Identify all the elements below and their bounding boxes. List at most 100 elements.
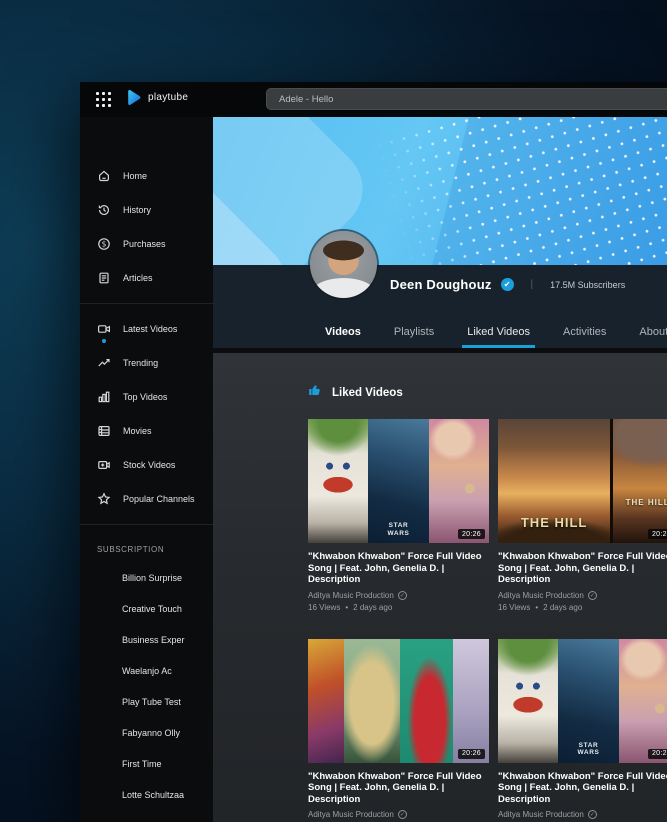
sidebar-divider <box>80 303 213 304</box>
poster-panel <box>619 639 667 763</box>
subscription-section-label: SUBSCRIPTION <box>80 533 213 562</box>
poster-text: THE HILL <box>498 515 610 530</box>
subscription-channel[interactable]: Billion Surprise <box>80 562 213 593</box>
channel-avatar-image[interactable] <box>310 231 377 298</box>
video-channel-row[interactable]: Aditya Music Production ✓ <box>498 810 667 819</box>
subscriber-count: 17.5M Subscribers <box>550 280 625 290</box>
meta-dot: • <box>535 603 538 612</box>
channel-name: Creative Touch <box>122 604 182 614</box>
sidebar-item-label: History <box>123 205 151 215</box>
bar-chart-icon <box>97 390 111 404</box>
svg-text:$: $ <box>102 240 107 249</box>
view-count: 16 Views <box>308 603 340 612</box>
sidebar-item-home[interactable]: Home <box>80 159 213 193</box>
subscription-channel[interactable]: Play Tube Test <box>80 686 213 717</box>
subscription-channel[interactable]: Lotte Schultzaa <box>80 779 213 810</box>
sidebar-divider <box>80 524 213 525</box>
tab-videos[interactable]: Videos <box>325 316 361 348</box>
channel-avatar <box>95 818 111 822</box>
sidebar-item-label: Home <box>123 171 147 181</box>
logo-text: playtube <box>148 92 188 103</box>
poster-panel <box>498 639 558 763</box>
poster-panel: STAR WARS <box>558 639 620 763</box>
video-age: 2 days ago <box>543 603 582 612</box>
tab-playlists[interactable]: Playlists <box>394 316 434 348</box>
sidebar-item-purchases[interactable]: $ Purchases <box>80 227 213 261</box>
channel-avatar <box>95 787 111 803</box>
sidebar-item-trending[interactable]: Trending <box>80 346 213 380</box>
video-title[interactable]: "Khwabon Khwabon" Force Full Video Song … <box>308 551 489 586</box>
video-channel-row[interactable]: Aditya Music Production ✓ <box>308 810 489 819</box>
video-channel-name: Aditya Music Production <box>498 591 584 600</box>
sidebar-item-top-videos[interactable]: Top Videos <box>80 380 213 414</box>
video-channel-name: Aditya Music Production <box>308 810 394 819</box>
channel-header: Deen Doughouz ✔ | 17.5M Subscribers Vide… <box>213 265 667 348</box>
playtube-logo[interactable]: playtube <box>126 89 188 106</box>
video-card: THE HILL THE HILL 20:26 "Khwabon Khwabon… <box>498 419 667 612</box>
video-channel-name: Aditya Music Production <box>308 591 394 600</box>
poster-panel: THE HILL <box>498 419 610 543</box>
sidebar-item-label: Top Videos <box>123 392 167 402</box>
video-grid: STAR WARS 20:26 "Khwabon Khwabon" Force … <box>308 419 667 822</box>
poster-panel <box>453 639 489 763</box>
channel-avatar <box>95 570 111 586</box>
video-thumbnail[interactable]: STAR WARS 20:26 <box>308 419 489 543</box>
liked-videos-content: Liked Videos STAR WARS 20:26 "Khwabon Kh… <box>213 353 667 822</box>
sidebar-item-popular-channels[interactable]: Popular Channels <box>80 482 213 516</box>
sidebar-item-label: Popular Channels <box>123 494 195 504</box>
video-thumbnail[interactable]: 20:26 <box>308 639 489 763</box>
channel-avatar <box>95 694 111 710</box>
subscription-channel[interactable]: Waelanjo Ac <box>80 655 213 686</box>
sidebar-item-stock-videos[interactable]: Stock Videos <box>80 448 213 482</box>
sidebar-item-label: Purchases <box>123 239 166 249</box>
channel-verified-icon: ✓ <box>588 810 597 819</box>
sidebar-item-history[interactable]: History <box>80 193 213 227</box>
subscription-channel[interactable]: Fabyanno Olly <box>80 717 213 748</box>
top-bar: playtube <box>80 82 667 117</box>
playtube-app-window: playtube Home History $ Purchases Articl… <box>80 82 667 822</box>
sidebar-item-articles[interactable]: Articles <box>80 261 213 295</box>
subscription-channel[interactable]: Creative Touch <box>80 593 213 624</box>
subscription-channel[interactable]: Hollywood Spic <box>80 810 213 822</box>
video-channel-row[interactable]: Aditya Music Production ✓ <box>498 591 667 600</box>
video-channel-row[interactable]: Aditya Music Production ✓ <box>308 591 489 600</box>
home-icon <box>97 169 111 183</box>
sidebar-item-label: Movies <box>123 426 152 436</box>
sidebar-item-label: Stock Videos <box>123 460 175 470</box>
video-title[interactable]: "Khwabon Khwabon" Force Full Video Song … <box>498 771 667 806</box>
poster-panel <box>308 419 368 543</box>
tab-about[interactable]: About <box>639 316 667 348</box>
sidebar-item-label: Latest Videos <box>123 324 177 334</box>
poster-text: STAR WARS <box>570 742 606 757</box>
star-icon <box>97 492 111 506</box>
stock-video-icon <box>97 458 111 472</box>
tab-liked-videos[interactable]: Liked Videos <box>467 316 530 348</box>
video-card: 20:26 "Khwabon Khwabon" Force Full Video… <box>308 639 489 822</box>
channel-avatar <box>95 632 111 648</box>
channel-name: Fabyanno Olly <box>122 728 180 738</box>
video-title[interactable]: "Khwabon Khwabon" Force Full Video Song … <box>308 771 489 806</box>
channel-name: Deen Doughouz <box>390 277 492 292</box>
verified-badge-icon: ✔ <box>501 278 514 291</box>
channel-banner <box>213 117 667 265</box>
sidebar-item-latest-videos[interactable]: Latest Videos <box>80 312 213 346</box>
channel-verified-icon: ✓ <box>588 591 597 600</box>
poster-panel <box>429 419 489 543</box>
trending-icon <box>97 356 111 370</box>
video-title[interactable]: "Khwabon Khwabon" Force Full Video Song … <box>498 551 667 586</box>
apps-grid-icon[interactable] <box>95 91 112 113</box>
subscription-channel[interactable]: First Time <box>80 748 213 779</box>
channel-avatar <box>95 725 111 741</box>
sidebar-item-movies[interactable]: Movies <box>80 414 213 448</box>
video-thumbnail[interactable]: THE HILL THE HILL 20:26 <box>498 419 667 543</box>
search-input[interactable] <box>266 88 667 110</box>
duration-badge: 20:26 <box>458 749 485 759</box>
tab-activities[interactable]: Activities <box>563 316 606 348</box>
sidebar-item-label: Articles <box>123 273 153 283</box>
channel-name: First Time <box>122 759 162 769</box>
video-thumbnail[interactable]: STAR WARS 20:26 <box>498 639 667 763</box>
subscription-channel[interactable]: Business Exper <box>80 624 213 655</box>
history-icon <box>97 203 111 217</box>
video-channel-name: Aditya Music Production <box>498 810 584 819</box>
main-panel: Deen Doughouz ✔ | 17.5M Subscribers Vide… <box>213 117 667 822</box>
